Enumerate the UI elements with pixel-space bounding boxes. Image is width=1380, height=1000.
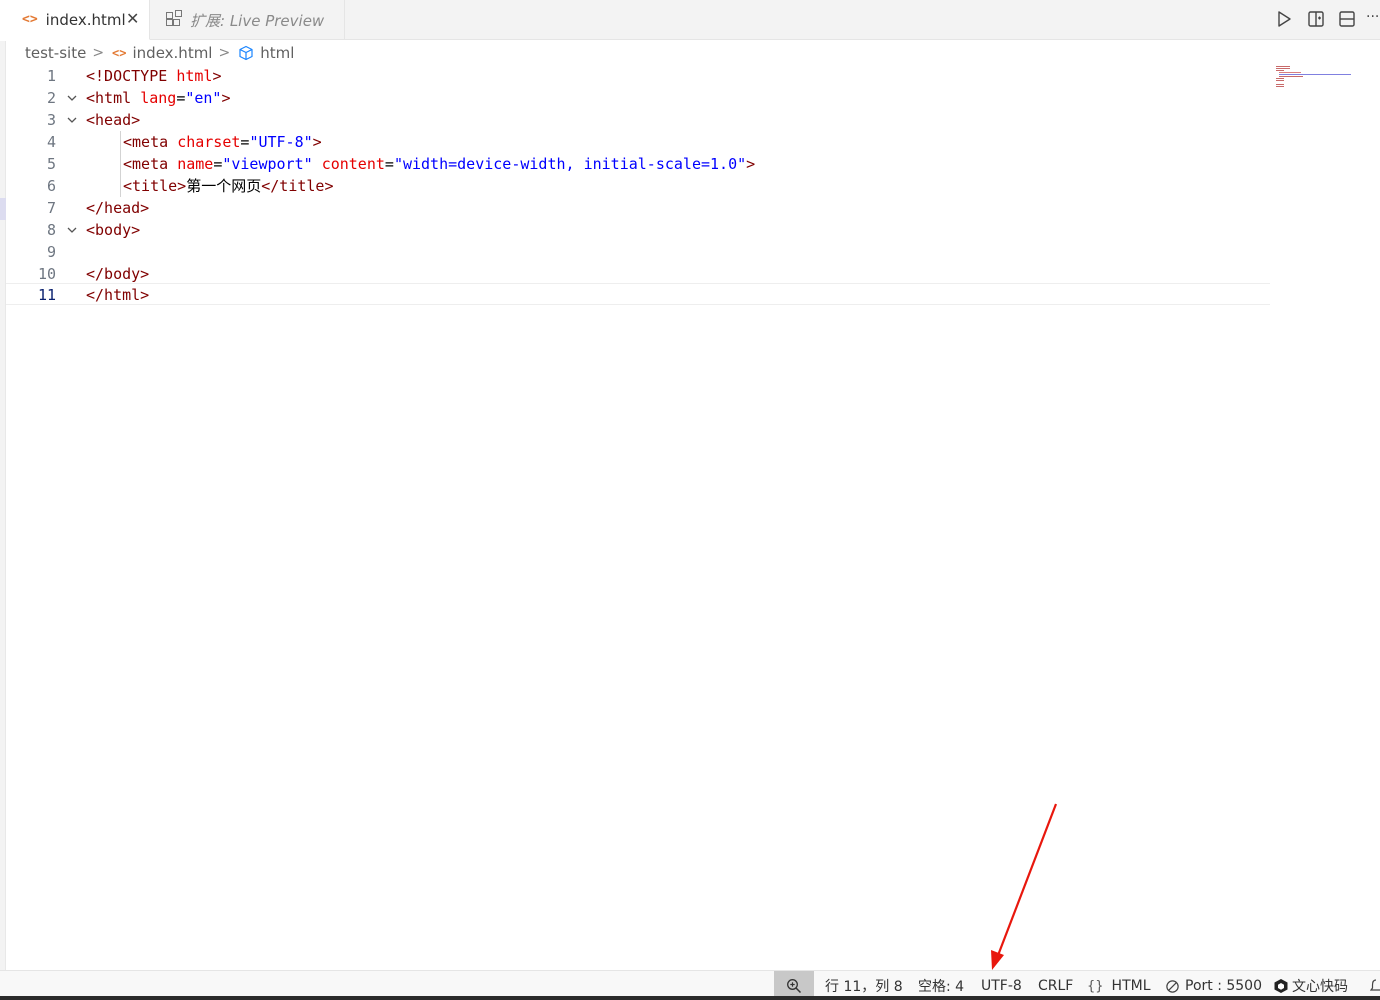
line-number: 9 (46, 243, 56, 261)
code-text: </html> (86, 286, 150, 304)
code-line: 5 <meta name="viewport" content="width=d… (6, 153, 1270, 175)
code-line: 6 <title>第一个网页</title> (6, 175, 1270, 197)
split-editor-icon[interactable] (1307, 10, 1325, 28)
window-bottom-border (0, 996, 1380, 1000)
code-text: <title>第一个网页</title> (123, 177, 334, 195)
zoom-icon (787, 979, 802, 994)
line-number: 7 (46, 199, 56, 217)
code-line: 7 </head> (6, 197, 1270, 219)
braces-icon: {} (1087, 978, 1104, 994)
html-file-icon: <> (112, 46, 127, 60)
chevron-right-icon: > (218, 45, 231, 61)
code-editor[interactable]: 1 <!DOCTYPE html> 2 <html lang="en"> 3 <… (6, 65, 1380, 970)
code-line-current: 11 </html> (6, 283, 1270, 305)
minimap[interactable] (1276, 66, 1356, 96)
breadcrumb-folder[interactable]: test-site (25, 44, 86, 62)
line-number: 8 (46, 221, 56, 239)
line-number: 4 (46, 133, 56, 151)
code-text: </body> (86, 265, 150, 283)
code-line: 2 <html lang="en"> (6, 87, 1270, 109)
line-number: 11 (37, 286, 56, 304)
chevron-down-icon[interactable] (65, 87, 79, 109)
code-text: <head> (86, 111, 141, 129)
html-file-icon: <> (22, 12, 38, 27)
more-actions-icon[interactable]: ··· (1366, 9, 1380, 27)
close-icon[interactable]: ✕ (126, 9, 139, 28)
tab-label: index.html (45, 10, 126, 29)
code-text: <body> (86, 221, 141, 239)
indent-guide (120, 153, 121, 175)
assistant-label: 文心快码 (1292, 979, 1348, 995)
run-icon[interactable] (1275, 10, 1293, 28)
code-line: 10 </body> (6, 263, 1270, 285)
line-number: 3 (46, 111, 56, 129)
code-text: <meta name="viewport" content="width=dev… (123, 155, 756, 173)
language-label: HTML (1111, 978, 1151, 994)
extensions-icon (166, 10, 182, 28)
port-label: Port : 5500 (1185, 978, 1262, 994)
chevron-right-icon: > (92, 45, 105, 61)
symbol-cube-icon (238, 45, 254, 61)
code-line: 8 <body> (6, 219, 1270, 241)
tab-index-html[interactable]: <> index.html ✕ (0, 0, 150, 40)
code-text: <meta charset="UTF-8"> (123, 133, 322, 151)
line-number: 2 (46, 89, 56, 107)
code-text: <!DOCTYPE html> (86, 67, 222, 85)
circle-slash-icon (1166, 979, 1179, 993)
code-text: </head> (86, 199, 150, 217)
code-line: 1 <!DOCTYPE html> (6, 65, 1270, 87)
line-number: 10 (37, 265, 56, 283)
annotation-arrow (991, 803, 1058, 970)
tab-label: 扩展: Live Preview (190, 11, 325, 30)
line-number: 5 (46, 155, 56, 173)
assistant-logo-icon (1274, 979, 1288, 993)
toggle-panel-icon[interactable] (1338, 10, 1356, 28)
code-line: 4 <meta charset="UTF-8"> (6, 131, 1270, 153)
line-number: 6 (46, 177, 56, 195)
editor-tab-bar: <> index.html ✕ 扩展: Live Preview ··· (0, 0, 1380, 40)
breadcrumb-symbol[interactable]: html (260, 44, 294, 62)
code-text: <html lang="en"> (86, 89, 231, 107)
line-number: 1 (46, 67, 56, 85)
code-line: 9 (6, 241, 1270, 263)
tab-live-preview-extension[interactable]: 扩展: Live Preview (150, 0, 345, 40)
indent-guide (120, 175, 121, 197)
code-line: 3 <head> (6, 109, 1270, 131)
indent-guide (120, 131, 121, 153)
breadcrumb: test-site > <> index.html > html (0, 41, 1380, 65)
breadcrumb-file[interactable]: index.html (133, 44, 213, 62)
chevron-down-icon[interactable] (65, 109, 79, 131)
chevron-down-icon[interactable] (65, 219, 79, 241)
